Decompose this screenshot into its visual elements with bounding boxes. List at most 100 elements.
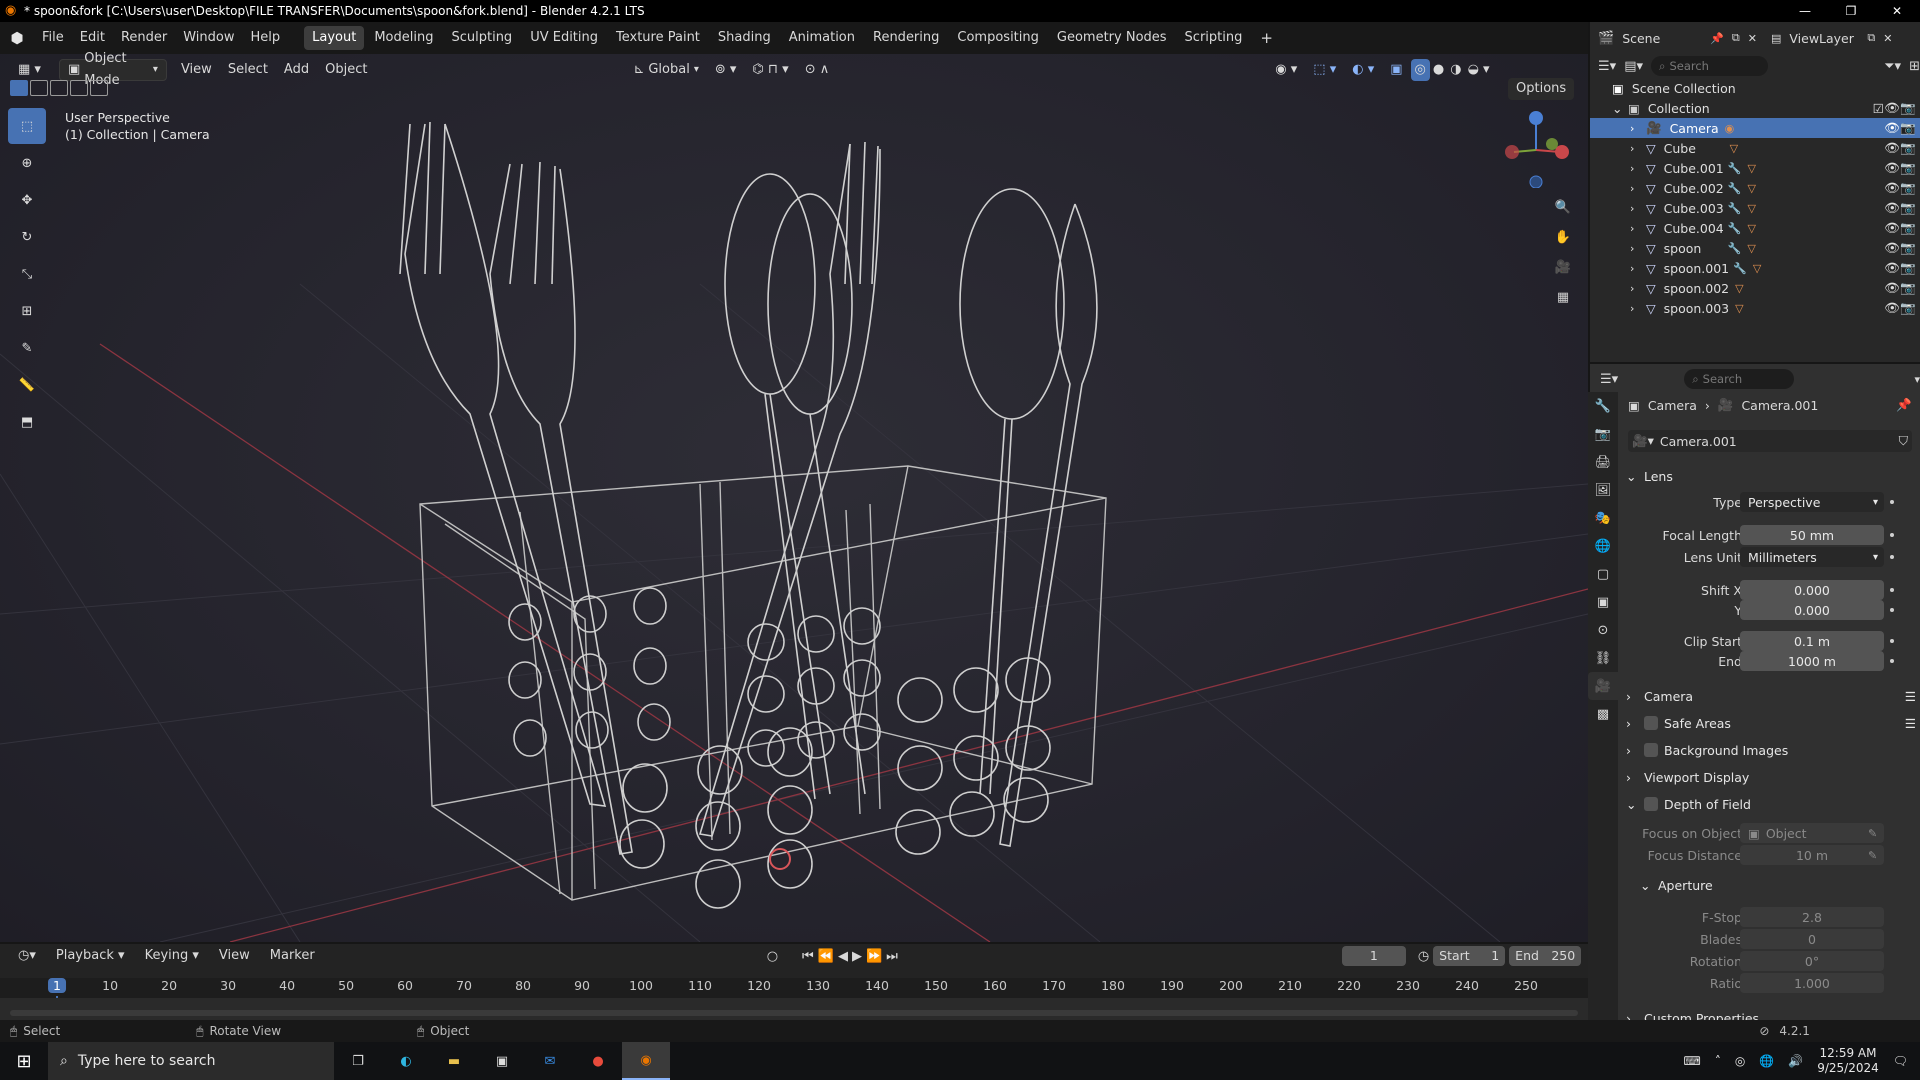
select-box-tool[interactable]: ⬚ [8, 108, 46, 144]
scene-tab-icon[interactable]: 🎭 [1588, 504, 1618, 532]
tab-animation[interactable]: Animation [781, 26, 863, 50]
camera-view-icon[interactable]: 🎥 [1548, 252, 1578, 282]
scene-icon[interactable]: 🎬 [1598, 31, 1614, 46]
volume-icon[interactable]: 🔊 [1788, 1054, 1803, 1068]
shift-y-field[interactable]: 0.000 [1740, 600, 1884, 620]
eye-icon[interactable]: 👁 [1884, 100, 1900, 116]
add-cube-tool[interactable]: ⬒ [8, 404, 46, 440]
view-layer-icon[interactable]: ▤ [1771, 32, 1781, 45]
close-layer-icon[interactable]: ✕ [1883, 32, 1892, 45]
measure-tool[interactable]: 📏 [8, 367, 46, 403]
physics-tab-icon[interactable]: ⊙ [1588, 616, 1618, 644]
tab-modeling[interactable]: Modeling [366, 26, 441, 50]
store-icon[interactable]: ▣ [478, 1042, 526, 1080]
next-keyframe-icon[interactable]: ⏩ [866, 949, 882, 964]
outliner-item[interactable]: › ▽ Cube.001 🔧 ▽ 👁 📷 [1590, 158, 1920, 178]
view-layer-tab-icon[interactable]: 🖼 [1588, 476, 1618, 504]
render-camera-icon[interactable]: 📷 [1900, 300, 1916, 316]
camera-data-tab-icon[interactable]: 🎥 [1588, 672, 1618, 700]
clip-start-field[interactable]: 0.1 m [1740, 631, 1884, 651]
tab-uv-editing[interactable]: UV Editing [522, 26, 606, 50]
tab-compositing[interactable]: Compositing [949, 26, 1047, 50]
keyframe-dot-icon[interactable] [1890, 639, 1894, 643]
select-intersect-icon[interactable] [90, 80, 108, 96]
render-camera-icon[interactable]: 📷 [1900, 280, 1916, 296]
eye-icon[interactable]: 👁 [1884, 140, 1900, 156]
tab-texture-paint[interactable]: Texture Paint [608, 26, 708, 50]
outliner-item[interactable]: › ▽ Cube ▽ 👁 📷 [1590, 138, 1920, 158]
outliner-item[interactable]: › ▽ Cube.003 🔧 ▽ 👁 📷 [1590, 198, 1920, 218]
chevron-right-icon[interactable]: › [1630, 222, 1646, 235]
eye-icon[interactable]: 👁 [1884, 300, 1900, 316]
object-tab-icon[interactable]: ▣ [1588, 588, 1618, 616]
focus-object-field[interactable]: ▣ Object [1740, 823, 1884, 843]
keyframe-dot-icon[interactable] [1890, 608, 1894, 612]
viewport-display-panel-header[interactable]: › Viewport Display [1626, 765, 1916, 789]
keyframe-dot-icon[interactable] [1890, 533, 1894, 537]
menu-window[interactable]: Window [175, 22, 242, 54]
chevron-right-icon[interactable]: › [1630, 242, 1646, 255]
view-layer-label[interactable]: ViewLayer [1789, 31, 1859, 46]
close-icon[interactable]: ✕ [1748, 32, 1757, 45]
checkbox-icon[interactable] [1644, 743, 1658, 757]
new-collection-icon[interactable]: ⊞ [1909, 59, 1920, 74]
fstop-field[interactable]: 2.8 [1740, 907, 1884, 927]
render-camera-icon[interactable]: 📷 [1900, 140, 1916, 156]
rendered-shading-icon[interactable]: ◒ ▾ [1465, 59, 1493, 81]
chevron-right-icon[interactable]: › [1630, 202, 1646, 215]
texture-tab-icon[interactable]: ▩ [1588, 700, 1618, 728]
edge-icon[interactable]: ◐ [382, 1042, 430, 1080]
chevron-down-icon[interactable]: ⌄ [1612, 101, 1628, 116]
mode-selector[interactable]: ▣ Object Mode ▾ [58, 51, 167, 88]
menu-view[interactable]: View [173, 59, 220, 81]
camera-panel-header[interactable]: › Camera ☰ [1626, 684, 1916, 708]
select-invert-icon[interactable] [70, 80, 88, 96]
move-tool[interactable]: ✥ [8, 182, 46, 218]
notifications-icon[interactable]: 🗨 [1893, 1054, 1908, 1068]
file-explorer-icon[interactable]: ▬ [430, 1042, 478, 1080]
outliner-search[interactable]: ⌕ Search [1651, 56, 1769, 76]
outliner-item[interactable]: › 🎥 Camera ◉ 👁 📷 [1590, 118, 1920, 138]
clock[interactable]: 12:59 AM 9/25/2024 [1817, 1046, 1879, 1076]
webcam-icon[interactable]: ◎ [1735, 1054, 1745, 1068]
select-extend-icon[interactable] [30, 80, 48, 96]
network-icon[interactable]: 🌐 [1759, 1054, 1774, 1068]
datablock-selector[interactable]: 🎥▾ Camera.001 ⛉ [1628, 430, 1912, 452]
proportional-edit-icon[interactable]: ⊙ ∧ [797, 59, 838, 81]
cursor-tool[interactable]: ⊕ [8, 145, 46, 181]
editor-type-icon[interactable]: ◷▾ [10, 945, 44, 967]
snap-icon[interactable]: ⌬ ⊓ ▾ [744, 59, 796, 81]
current-frame-field[interactable]: 1 [1341, 946, 1406, 966]
mail-icon[interactable]: ✉ [526, 1042, 574, 1080]
eye-icon[interactable]: 👁 [1884, 280, 1900, 296]
jump-start-icon[interactable]: ⏮ [802, 949, 814, 964]
transform-orientation[interactable]: ⊾ Global ▾ [625, 59, 706, 81]
menu-add[interactable]: Add [276, 59, 317, 81]
start-field[interactable]: Start 1 [1433, 946, 1506, 966]
editor-type-icon[interactable]: ☰▾ [1600, 372, 1618, 387]
output-tab-icon[interactable]: 🖨 [1588, 448, 1618, 476]
lens-panel-header[interactable]: ⌄ Lens [1626, 464, 1916, 488]
add-workspace-icon[interactable]: + [1252, 26, 1281, 50]
blender-taskbar-icon[interactable]: ◉ [622, 1042, 670, 1080]
render-camera-icon[interactable]: 📷 [1900, 260, 1916, 276]
tab-sculpting[interactable]: Sculpting [443, 26, 520, 50]
scale-tool[interactable]: ⤡ [8, 256, 46, 292]
render-camera-icon[interactable]: 📷 [1900, 160, 1916, 176]
blender-menu-icon[interactable]: ⬢ [0, 29, 34, 47]
perspective-toggle-icon[interactable]: ▦ [1548, 282, 1578, 312]
editor-type-icon[interactable]: ▦ ▾ [10, 59, 49, 81]
chevron-right-icon[interactable]: › [1630, 142, 1646, 155]
checkbox-icon[interactable] [1644, 797, 1658, 811]
select-subtract-icon[interactable] [50, 80, 68, 96]
tool-tab-icon[interactable]: 🔧 [1588, 392, 1618, 420]
tab-shading[interactable]: Shading [710, 26, 779, 50]
tab-rendering[interactable]: Rendering [865, 26, 947, 50]
transform-tool[interactable]: ⊞ [8, 293, 46, 329]
collection-tab-icon[interactable]: ▢ [1588, 560, 1618, 588]
zoom-icon[interactable]: 🔍 [1548, 192, 1578, 222]
options-button[interactable]: Options [1508, 78, 1575, 100]
keyframe-dot-icon[interactable] [1890, 659, 1894, 663]
lens-unit-dropdown[interactable]: Millimeters ▾ [1740, 547, 1884, 567]
shift-x-field[interactable]: 0.000 [1740, 580, 1884, 600]
